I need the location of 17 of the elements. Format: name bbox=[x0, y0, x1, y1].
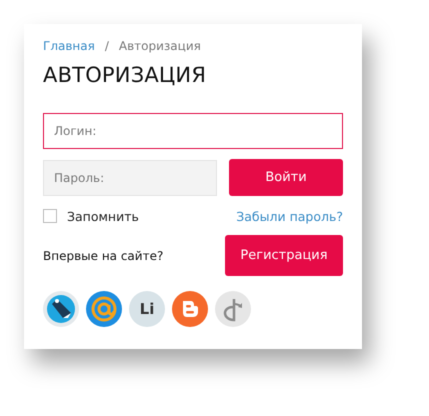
page-title: АВТОРИЗАЦИЯ bbox=[43, 62, 208, 89]
login-button[interactable]: Войти bbox=[229, 159, 343, 196]
first-visit-text: Впервые на сайте? bbox=[43, 248, 164, 262]
breadcrumb-separator: / bbox=[104, 39, 109, 53]
breadcrumb-current: Авторизация bbox=[118, 39, 201, 53]
register-button[interactable]: Регистрация bbox=[225, 235, 343, 276]
blog-icon[interactable] bbox=[172, 291, 208, 327]
breadcrumb-link[interactable]: Главная bbox=[43, 39, 95, 53]
pencil-icon[interactable] bbox=[43, 291, 79, 327]
openid-icon[interactable] bbox=[215, 291, 251, 327]
forgot-password-link[interactable]: Забыли пароль? bbox=[236, 208, 343, 224]
remember-checkbox[interactable] bbox=[43, 209, 57, 223]
at-sign-icon[interactable] bbox=[86, 291, 122, 327]
remember-label: Запомнить bbox=[67, 208, 139, 224]
login-field[interactable]: Логин: bbox=[43, 113, 343, 149]
liveinternet-button[interactable]: Li bbox=[129, 291, 165, 327]
password-field[interactable]: Пароль: bbox=[43, 160, 217, 196]
